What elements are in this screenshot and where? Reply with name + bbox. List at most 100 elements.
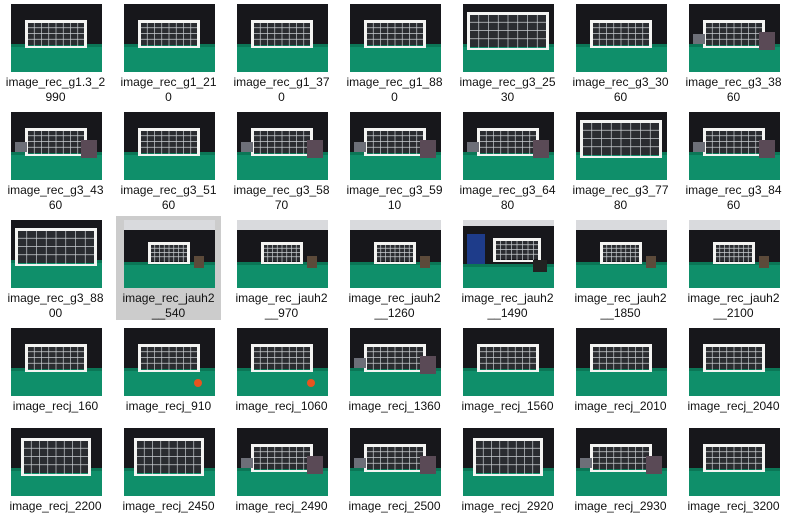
file-thumbnail[interactable] xyxy=(350,112,441,180)
file-thumbnail[interactable] xyxy=(463,4,554,72)
file-name-label: image_recj_2040 xyxy=(681,399,786,414)
file-item[interactable]: image_rec_jauh2 __1490 xyxy=(455,216,560,320)
file-name-line1: image_rec_jauh2 xyxy=(348,291,441,305)
file-item[interactable]: image_recj_2200 xyxy=(3,424,108,528)
file-item[interactable]: image_rec_g3_84 60 xyxy=(681,108,786,212)
photo-preview xyxy=(576,112,667,180)
file-name-label: image_rec_jauh2 __540 xyxy=(116,291,221,321)
file-name-line1: image_rec_jauh2 xyxy=(461,291,554,305)
file-item[interactable]: image_recj_2930 xyxy=(568,424,673,528)
photo-preview xyxy=(350,328,441,396)
file-thumbnail[interactable] xyxy=(576,112,667,180)
file-item[interactable]: image_rec_g3_64 80 xyxy=(455,108,560,212)
file-thumbnail[interactable] xyxy=(11,220,102,288)
file-thumbnail[interactable] xyxy=(463,112,554,180)
file-item[interactable]: image_recj_2010 xyxy=(568,324,673,428)
file-item[interactable]: image_rec_g3_58 70 xyxy=(229,108,334,212)
file-item[interactable]: image_rec_jauh2 __1260 xyxy=(342,216,447,320)
file-thumbnail[interactable] xyxy=(689,428,780,496)
file-thumbnail[interactable] xyxy=(124,428,215,496)
file-item[interactable]: image_rec_g3_30 60 xyxy=(568,0,673,104)
file-name-line1: image_rec_g3_43 xyxy=(7,183,104,197)
file-item[interactable]: image_rec_g3_25 30 xyxy=(455,0,560,104)
file-name-label: image_rec_g1.3_2 990 xyxy=(3,75,108,105)
file-item[interactable]: image_rec_g3_77 80 xyxy=(568,108,673,212)
file-name-label: image_rec_g3_59 10 xyxy=(342,183,447,213)
photo-preview xyxy=(576,4,667,72)
file-thumbnail[interactable] xyxy=(124,328,215,396)
file-thumbnail[interactable] xyxy=(463,328,554,396)
file-name-label: image_recj_3200 xyxy=(681,499,786,514)
file-name-line1: image_recj_2040 xyxy=(687,399,780,413)
file-thumbnail[interactable] xyxy=(689,328,780,396)
file-name-line2: __1850 xyxy=(600,306,641,320)
file-thumbnail[interactable] xyxy=(124,112,215,180)
photo-preview xyxy=(237,4,328,72)
file-thumbnail[interactable] xyxy=(11,112,102,180)
file-thumbnail[interactable] xyxy=(350,4,441,72)
file-item[interactable]: image_recj_3200 xyxy=(681,424,786,528)
file-thumbnail[interactable] xyxy=(463,428,554,496)
file-thumbnail[interactable] xyxy=(237,428,328,496)
file-name-line1: image_rec_g1_88 xyxy=(346,75,443,89)
file-thumbnail[interactable] xyxy=(350,220,441,288)
file-name-label: image_rec_jauh2 __1260 xyxy=(342,291,447,321)
file-item[interactable]: image_rec_jauh2 __1850 xyxy=(568,216,673,320)
file-thumbnail[interactable] xyxy=(11,4,102,72)
file-thumbnail[interactable] xyxy=(11,428,102,496)
file-thumbnail[interactable] xyxy=(576,328,667,396)
file-item[interactable]: image_rec_g3_88 00 xyxy=(3,216,108,320)
file-item[interactable]: image_rec_g1_88 0 xyxy=(342,0,447,104)
file-name-line1: image_recj_160 xyxy=(12,399,99,413)
file-name-line1: image_rec_g3_38 xyxy=(685,75,782,89)
file-item[interactable]: image_recj_2920 xyxy=(455,424,560,528)
file-item[interactable]: image_rec_g3_59 10 xyxy=(342,108,447,212)
file-item[interactable]: image_recj_1360 xyxy=(342,324,447,428)
file-thumbnail[interactable] xyxy=(576,4,667,72)
file-thumbnail[interactable] xyxy=(350,328,441,396)
file-item[interactable]: image_recj_2040 xyxy=(681,324,786,428)
file-thumbnail[interactable] xyxy=(576,428,667,496)
file-thumbnail[interactable] xyxy=(124,4,215,72)
file-thumbnail[interactable] xyxy=(11,328,102,396)
file-thumbnail[interactable] xyxy=(689,220,780,288)
photo-preview xyxy=(689,4,780,72)
file-item[interactable]: image_rec_g1_21 0 xyxy=(116,0,221,104)
file-thumbnail[interactable] xyxy=(237,220,328,288)
file-name-label: image_rec_g3_30 60 xyxy=(568,75,673,105)
file-thumbnail[interactable] xyxy=(237,4,328,72)
file-item[interactable]: image_rec_g1.3_2 990 xyxy=(3,0,108,104)
file-item[interactable]: image_recj_160 xyxy=(3,324,108,428)
file-item[interactable]: image_recj_2490 xyxy=(229,424,334,528)
file-item[interactable]: image_rec_g3_38 60 xyxy=(681,0,786,104)
file-item[interactable]: image_rec_jauh2 __2100 xyxy=(681,216,786,320)
file-item[interactable]: image_recj_2450 xyxy=(116,424,221,528)
file-thumbnail[interactable] xyxy=(237,112,328,180)
file-thumbnail[interactable] xyxy=(350,428,441,496)
file-thumbnail[interactable] xyxy=(124,220,215,288)
file-thumbnail[interactable] xyxy=(576,220,667,288)
file-thumbnail[interactable] xyxy=(689,4,780,72)
photo-preview xyxy=(11,328,102,396)
file-item[interactable]: image_rec_g1_37 0 xyxy=(229,0,334,104)
file-name-label: image_recj_2010 xyxy=(568,399,673,414)
file-item[interactable]: image_recj_1060 xyxy=(229,324,334,428)
file-item[interactable]: image_rec_g3_51 60 xyxy=(116,108,221,212)
file-thumbnail[interactable] xyxy=(463,220,554,288)
photo-preview xyxy=(11,220,102,288)
file-item[interactable]: image_rec_g3_43 60 xyxy=(3,108,108,212)
file-item[interactable]: image_rec_jauh2 __970 xyxy=(229,216,334,320)
file-item[interactable]: image_recj_2500 xyxy=(342,424,447,528)
file-thumbnail[interactable] xyxy=(689,112,780,180)
file-thumbnail[interactable] xyxy=(237,328,328,396)
file-name-label: image_rec_g3_64 80 xyxy=(455,183,560,213)
file-name-line2: __540 xyxy=(151,306,186,320)
file-name-line2: 0 xyxy=(278,90,285,104)
photo-preview xyxy=(237,328,328,396)
file-name-label: image_recj_2930 xyxy=(568,499,673,514)
file-name-line2: 30 xyxy=(500,90,515,104)
file-name-line2: 0 xyxy=(391,90,398,104)
file-item[interactable]: image_recj_1560 xyxy=(455,324,560,428)
file-item[interactable]: image_rec_jauh2 __540 xyxy=(116,216,221,320)
file-item[interactable]: image_recj_910 xyxy=(116,324,221,428)
